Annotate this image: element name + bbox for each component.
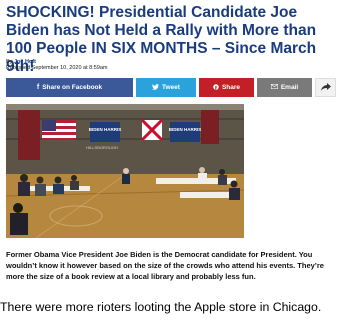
email-button[interactable]: Email	[257, 78, 312, 97]
email-label: Email	[280, 84, 299, 91]
byline: By Joe Hoft Published September 10, 2020…	[6, 59, 108, 71]
share-bar: f Share on Facebook Tweet p Share Email	[6, 78, 336, 97]
photo-caption: Former Obama Vice President Joe Biden is…	[6, 250, 324, 281]
share-arrow-icon	[320, 82, 331, 93]
email-icon	[270, 83, 278, 91]
state-flag	[140, 118, 164, 142]
share-facebook-button[interactable]: f Share on Facebook	[6, 78, 133, 97]
share-pinterest-button[interactable]: p Share	[199, 78, 254, 97]
banner-left-text: BIDEN HARRIS	[89, 127, 122, 132]
published-date: Published September 10, 2020 at 8:59am	[6, 65, 108, 71]
twitter-icon	[152, 83, 160, 92]
banner-right-text: BIDEN HARRIS	[169, 127, 202, 132]
svg-text:p: p	[215, 84, 218, 89]
article-photo: BIDEN HARRIS BIDEN HARRIS HILLSBOROUGH	[6, 104, 244, 238]
wall-text: HILLSBOROUGH	[86, 145, 118, 150]
banner-left	[90, 122, 120, 142]
tweet-label: Tweet	[162, 84, 180, 91]
more-share-button[interactable]	[315, 78, 336, 97]
gym-town-hall-image: BIDEN HARRIS BIDEN HARRIS HILLSBOROUGH	[6, 104, 244, 238]
banner-right	[170, 122, 200, 142]
share-facebook-label: Share on Facebook	[42, 84, 103, 91]
us-flag	[42, 120, 76, 140]
pinterest-icon: p	[213, 83, 219, 92]
appended-text: There were more rioters looting the Appl…	[0, 300, 322, 314]
tweet-button[interactable]: Tweet	[136, 78, 196, 97]
facebook-icon: f	[36, 84, 40, 91]
share-pinterest-label: Share	[221, 84, 241, 91]
